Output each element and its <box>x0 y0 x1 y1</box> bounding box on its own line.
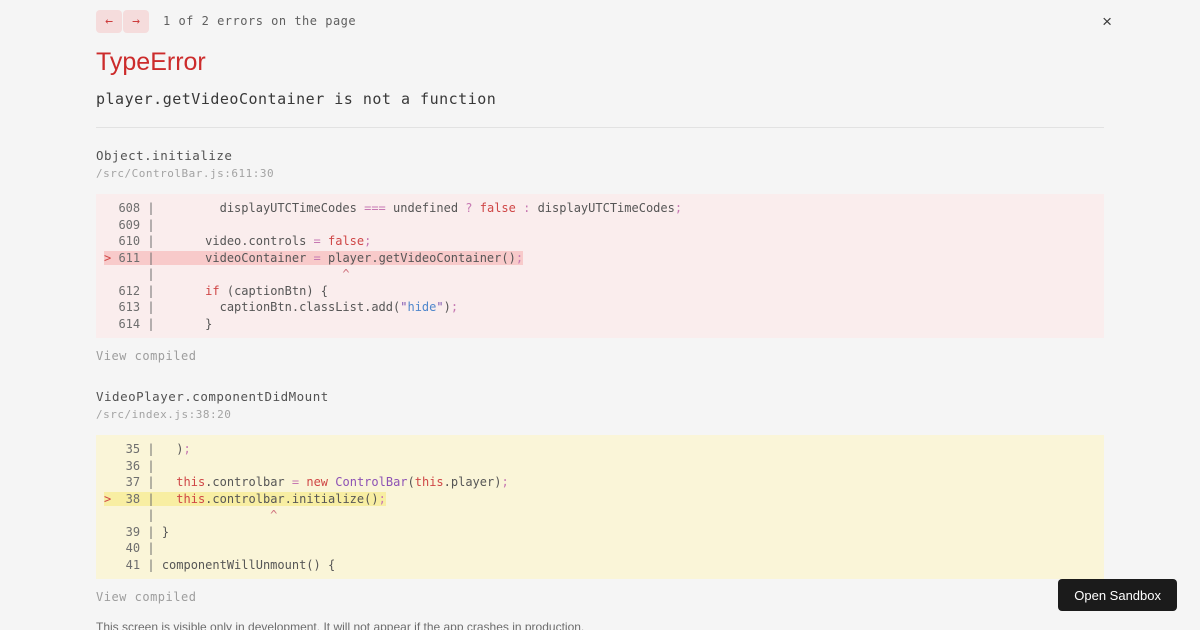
error-counter: 1 of 2 errors on the page <box>163 14 357 28</box>
stack-frame-header[interactable]: Object.initialize /src/ControlBar.js:611… <box>96 148 1104 180</box>
overlay-topbar: ← → 1 of 2 errors on the page × <box>96 8 1112 34</box>
view-compiled-button[interactable]: View compiled <box>96 349 196 363</box>
open-sandbox-button[interactable]: Open Sandbox <box>1058 579 1177 611</box>
previous-error-button[interactable]: ← <box>96 9 122 33</box>
view-compiled-button[interactable]: View compiled <box>96 590 196 604</box>
code-snippet: 35 | ); 36 | 37 | this.controlbar = new … <box>96 435 1104 579</box>
next-error-button[interactable]: → <box>123 9 149 33</box>
code-snippet: 608 | displayUTCTimeCodes === undefined … <box>96 194 1104 338</box>
stack-frame-location: /src/index.js:38:20 <box>96 408 232 421</box>
stack-frame-function: VideoPlayer.componentDidMount <box>96 389 329 404</box>
error-overlay: ← → 1 of 2 errors on the page × TypeErro… <box>0 0 1200 630</box>
footer-note: This screen is visible only in developme… <box>96 620 585 630</box>
close-icon[interactable]: × <box>1096 11 1118 32</box>
stack-frame-header[interactable]: VideoPlayer.componentDidMount /src/index… <box>96 389 1104 421</box>
stack-frame: Object.initialize /src/ControlBar.js:611… <box>96 148 1104 363</box>
overlay-footer: This screen is visible only in developme… <box>96 619 1104 630</box>
stack-frame: VideoPlayer.componentDidMount /src/index… <box>96 389 1104 604</box>
stack-frame-location: /src/ControlBar.js:611:30 <box>96 167 275 180</box>
divider <box>96 127 1104 128</box>
error-type-heading: TypeError <box>96 48 206 76</box>
stack-frame-function: Object.initialize <box>96 148 233 163</box>
error-navigation: ← → 1 of 2 errors on the page <box>96 9 357 33</box>
error-message: player.getVideoContainer is not a functi… <box>96 90 497 108</box>
